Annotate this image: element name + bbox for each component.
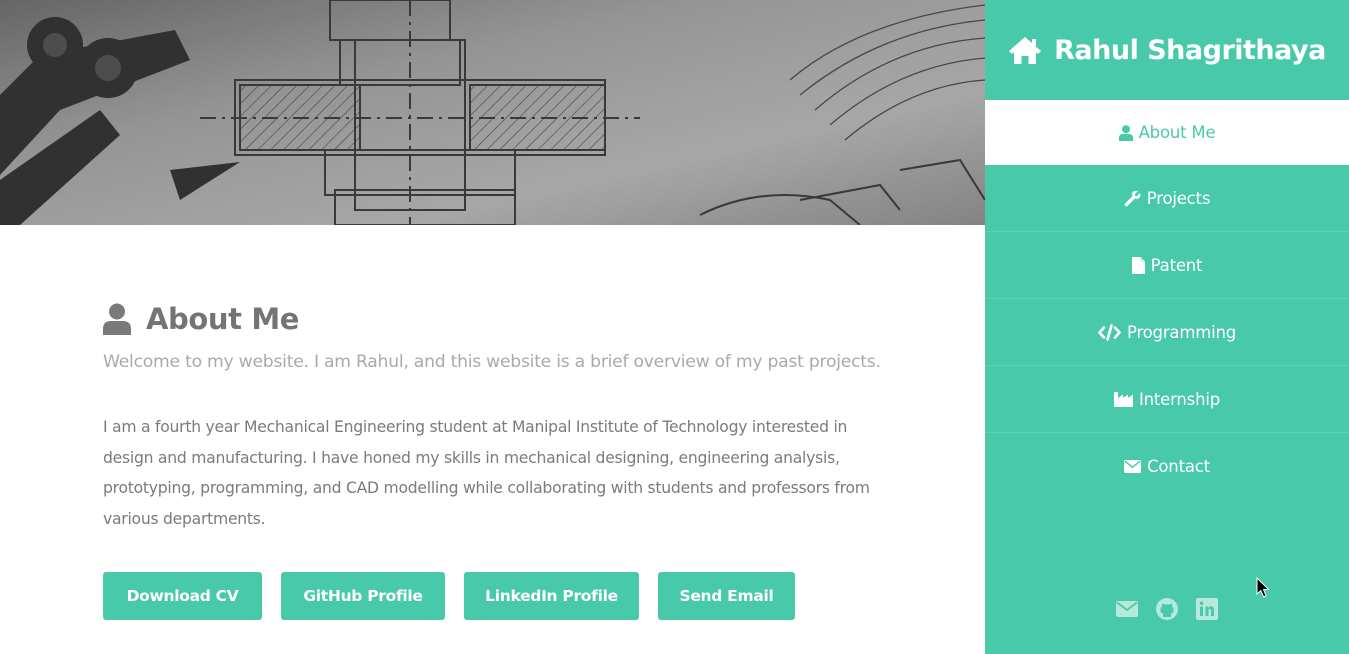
about-section: About Me Welcome to my website. I am Rah… (103, 300, 893, 534)
sidebar-item-label: Programming (1126, 322, 1236, 342)
linkedin-icon[interactable] (1196, 598, 1218, 620)
wrench-icon (1124, 190, 1141, 207)
social-links (985, 598, 1349, 620)
github-icon[interactable] (1156, 598, 1178, 620)
sidebar-item-label: Projects (1146, 188, 1211, 208)
sidebar-item-label: Patent (1150, 255, 1203, 275)
file-icon (1131, 256, 1145, 274)
sidebar: Rahul Shagrithaya About Me Projects Pate… (985, 0, 1349, 654)
envelope-icon (1124, 458, 1142, 475)
mouse-cursor-icon (1256, 577, 1270, 598)
sidebar-item-programming[interactable]: Programming (985, 299, 1349, 366)
github-profile-button[interactable]: GitHub Profile (281, 572, 445, 620)
sidebar-item-label: Contact (1147, 457, 1210, 476)
sidebar-item-label: Internship (1138, 389, 1220, 409)
hero-banner-image (0, 0, 985, 225)
lead-text: Welcome to my website. I am Rahul, and t… (103, 352, 881, 372)
sidebar-item-patent[interactable]: Patent (985, 232, 1349, 299)
download-cv-button[interactable]: Download CV (103, 572, 262, 620)
sidebar-item-internship[interactable]: Internship (985, 366, 1349, 433)
user-icon (1118, 124, 1133, 141)
user-icon (103, 303, 131, 335)
sidebar-item-about-me[interactable]: About Me (985, 100, 1349, 165)
sidebar-item-label: About Me (1138, 123, 1216, 142)
send-email-button[interactable]: Send Email (658, 572, 795, 620)
home-icon (1009, 37, 1042, 64)
brand-link[interactable]: Rahul Shagrithaya (985, 0, 1349, 100)
brand-name: Rahul Shagrithaya (1054, 34, 1326, 66)
about-heading: About Me (103, 300, 893, 338)
industry-icon (1113, 391, 1133, 408)
sidebar-item-projects[interactable]: Projects (985, 165, 1349, 232)
action-buttons: Download CV GitHub Profile LinkedIn Prof… (103, 572, 814, 620)
linkedin-profile-button[interactable]: LinkedIn Profile (464, 572, 639, 620)
email-icon[interactable] (1116, 598, 1138, 620)
section-title: About Me (146, 302, 300, 336)
code-icon (1098, 323, 1121, 341)
bio-text: I am a fourth year Mechanical Engineerin… (103, 418, 870, 528)
sidebar-item-contact[interactable]: Contact (985, 433, 1349, 500)
